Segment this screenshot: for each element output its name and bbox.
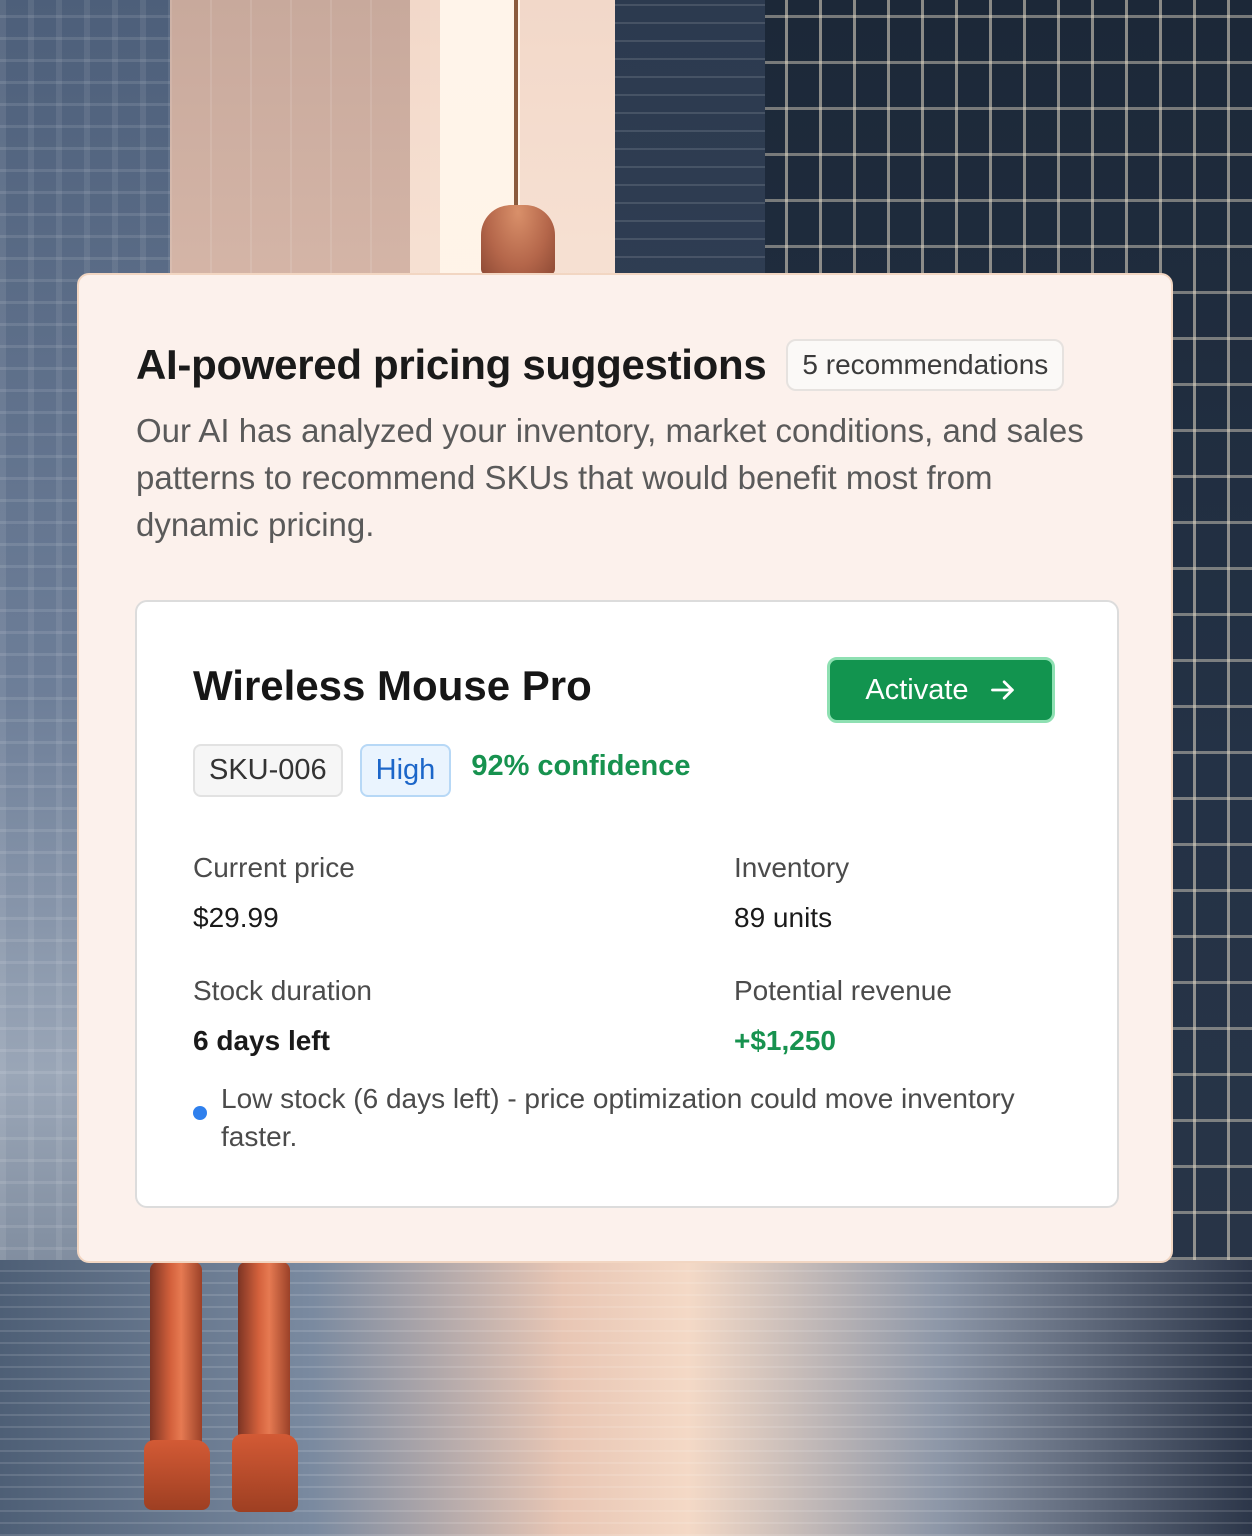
recommendation-card: Wireless Mouse Pro Activate SKU-006 High… [135, 600, 1119, 1208]
stat-label: Inventory [734, 852, 850, 883]
stat-value: 6 days left [193, 1025, 330, 1056]
product-tags: SKU-006 High 92% confidence [193, 744, 691, 797]
priority-badge: High [359, 744, 452, 797]
stat-value: 89 units [734, 902, 833, 933]
pricing-suggestions-panel: AI-powered pricing suggestions 5 recomme… [77, 273, 1173, 1263]
stat-label: Current price [193, 852, 355, 883]
stat-label: Potential revenue [734, 975, 952, 1006]
note-text: Low stock (6 days left) - price optimiza… [221, 1083, 1015, 1152]
robot-foot [144, 1440, 210, 1510]
stat-label: Stock duration [193, 975, 372, 1006]
stat-potential-revenue: Potential revenue +$1,250 [734, 975, 952, 1057]
activate-button-label: Activate [865, 673, 969, 706]
product-name: Wireless Mouse Pro [193, 662, 592, 709]
recommendations-count-badge: 5 recommendations [786, 339, 1065, 391]
hanging-lamp [481, 205, 555, 275]
stat-current-price: Current price $29.99 [193, 852, 355, 934]
robot-foot [232, 1434, 298, 1512]
stat-stock-duration: Stock duration 6 days left [193, 975, 372, 1057]
panel-title: AI-powered pricing suggestions [136, 341, 767, 388]
recommendation-note: Low stock (6 days left) - price optimiza… [193, 1080, 1053, 1156]
activate-button[interactable]: Activate [827, 657, 1055, 723]
panel-header: AI-powered pricing suggestions 5 recomme… [136, 339, 1115, 391]
panel-description: Our AI has analyzed your inventory, mark… [136, 412, 1084, 543]
stat-inventory: Inventory 89 units [734, 852, 849, 934]
stat-value: +$1,250 [734, 1025, 836, 1056]
confidence-score: 92% confidence [471, 750, 691, 782]
sku-badge: SKU-006 [193, 744, 343, 797]
arrow-right-icon [990, 680, 1014, 700]
bullet-dot-icon [193, 1106, 207, 1120]
lamp-cord [514, 0, 518, 210]
stat-value: $29.99 [193, 902, 279, 933]
